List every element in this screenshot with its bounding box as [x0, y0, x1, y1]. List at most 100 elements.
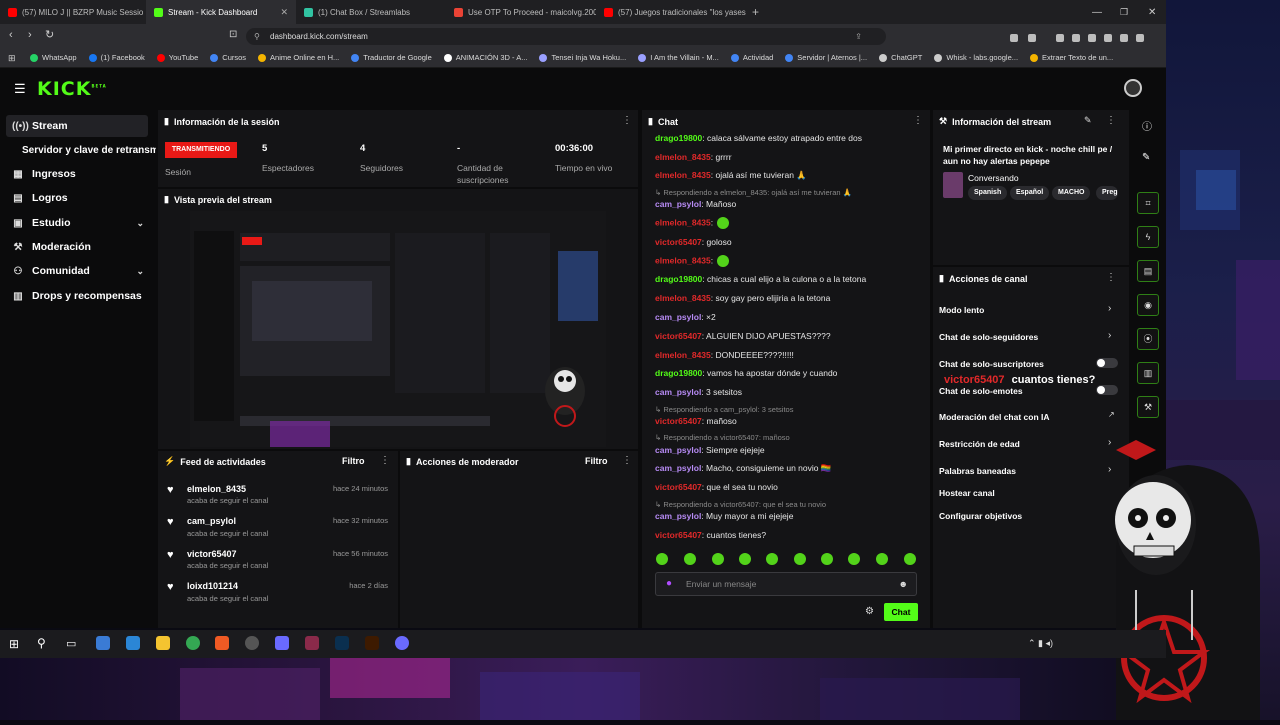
send-chat-button[interactable]: Chat [884, 603, 918, 621]
rail-button-chat[interactable]: ◉ [1137, 294, 1159, 316]
action-subs-only[interactable]: Chat de solo-suscriptores [939, 359, 1044, 369]
store-icon[interactable] [126, 636, 140, 650]
action-slow-mode[interactable]: Modo lento [939, 305, 984, 315]
chat-username[interactable]: cam_psylol [655, 511, 701, 521]
activity-filter-button[interactable]: Filtro [342, 456, 365, 466]
more-options-icon[interactable]: ⋮ [380, 455, 390, 466]
bookmark-youtube[interactable]: YouTube [156, 53, 198, 62]
info-icon[interactable]: ⓘ [1142, 118, 1152, 133]
minimize-icon[interactable]: — [1092, 7, 1102, 18]
bookmark-icon[interactable]: ⊡ [229, 29, 237, 40]
sidebar-item-comunidad[interactable]: ⚇ Comunidad ⌄ [6, 260, 148, 282]
edit-icon[interactable]: ✎ [1084, 115, 1092, 126]
sidebar-item-stream[interactable]: ((•)) Stream [6, 115, 148, 137]
feed-user[interactable]: elmelon_8435 [187, 484, 246, 494]
feed-user[interactable]: cam_psylol [187, 516, 236, 526]
sidebar-item-drops[interactable]: ▥ Drops y recompensas [6, 285, 148, 307]
task-view-icon[interactable]: ▭ [66, 637, 76, 650]
bookmark-whatsapp[interactable]: WhatsApp [30, 53, 77, 62]
sidebar-item-logros[interactable]: ▤ Logros [6, 187, 148, 209]
subs-only-toggle[interactable] [1096, 358, 1118, 368]
more-options-icon[interactable]: ⋮ [1106, 115, 1116, 126]
sidebar-item-ingresos[interactable]: ▦ Ingresos [6, 163, 148, 185]
emotes-only-toggle[interactable] [1096, 385, 1118, 395]
copilot-icon[interactable] [96, 636, 110, 650]
browser-tab[interactable]: (57) Juegos tradicionales "los yases" [596, 0, 746, 24]
browser-tab-active[interactable]: Stream - Kick Dashboard ✕ [146, 0, 296, 24]
chat-username[interactable]: victor65407 [655, 331, 702, 341]
gear-icon[interactable]: ⚙ [865, 606, 874, 617]
windows-start-icon[interactable]: ⊞ [9, 637, 19, 651]
action-banned-words[interactable]: Palabras baneadas [939, 466, 1016, 476]
rail-button-broadcast[interactable]: ⦿ [1137, 328, 1159, 350]
emote-bar[interactable] [655, 552, 917, 566]
chat-username[interactable]: elmelon_8435 [655, 152, 711, 162]
stream-tag[interactable]: Preg [1096, 186, 1118, 200]
action-followers-only[interactable]: Chat de solo-seguidores [939, 332, 1038, 342]
chat-username[interactable]: victor65407 [655, 530, 702, 540]
chat-username[interactable]: drago19800 [655, 368, 702, 378]
action-age-restriction[interactable]: Restricción de edad [939, 439, 1020, 449]
file-explorer-icon[interactable] [156, 636, 170, 650]
mod-filter-button[interactable]: Filtro [585, 456, 608, 466]
rail-button-wrench[interactable]: ⚒ [1137, 396, 1159, 418]
back-icon[interactable]: ‹ [9, 29, 13, 41]
stream-preview-video[interactable] [190, 211, 606, 447]
system-tray-icons[interactable]: ⌃ ▮ ◂) [1028, 638, 1053, 649]
chat-username[interactable]: victor65407 [655, 416, 702, 426]
action-set-goals[interactable]: Configurar objetivos [939, 511, 1022, 521]
emoji-icon[interactable]: ☻ [899, 573, 908, 595]
search-icon[interactable]: ⚲ [37, 636, 46, 650]
extensions-toolbar[interactable] [1010, 30, 1150, 42]
chevron-right-icon[interactable]: › [1108, 303, 1111, 314]
rail-button-doc[interactable]: ▤ [1137, 260, 1159, 282]
chat-username[interactable]: cam_psylol [655, 463, 701, 473]
pencil-icon[interactable]: ✎ [1142, 152, 1150, 163]
more-options-icon[interactable]: ⋮ [622, 115, 632, 126]
bookmark-translate[interactable]: Traductor de Google [351, 53, 432, 62]
action-emotes-only[interactable]: Chat de solo-emotes [939, 386, 1023, 396]
browser-tab[interactable]: (1) Chat Box / Streamlabs [296, 0, 446, 24]
stream-tag[interactable]: Spanish [968, 186, 1008, 200]
chrome-icon[interactable] [186, 636, 200, 650]
browser-tab[interactable]: (57) MILO J || BZRP Music Sessio ✕ [0, 0, 146, 24]
url-bar[interactable]: ⚲ dashboard.kick.com/stream ⇪ [246, 28, 886, 45]
new-tab-button[interactable]: + [752, 5, 759, 19]
bookmark-anime[interactable]: Anime Online en H... [258, 53, 339, 62]
chat-username[interactable]: drago19800 [655, 274, 702, 284]
bookmark-cursos[interactable]: Cursos [210, 53, 246, 62]
bookmark-facebook[interactable]: (1) Facebook [88, 53, 145, 62]
chevron-right-icon[interactable]: › [1108, 330, 1111, 341]
sidebar-item-server-key[interactable]: Servidor y clave de retransmisión [16, 139, 156, 161]
share-icon[interactable]: ⇪ [855, 28, 862, 45]
site-info-icon[interactable]: ⚲ [254, 28, 260, 45]
more-options-icon[interactable]: ⋮ [913, 115, 923, 126]
menu-icon[interactable]: ☰ [14, 81, 26, 97]
sidebar-item-estudio[interactable]: ▣ Estudio ⌄ [6, 212, 148, 234]
photoshop-icon[interactable] [335, 636, 349, 650]
bookmark-chatgpt[interactable]: ChatGPT [879, 53, 922, 62]
chat-username[interactable]: victor65407 [655, 237, 702, 247]
chat-input[interactable]: ● Enviar un mensaje ☻ [655, 572, 917, 596]
bookmark-whisk[interactable]: Whisk - labs.google... [934, 53, 1018, 62]
rail-button-bolt[interactable]: ϟ [1137, 226, 1159, 248]
media-app-icon[interactable] [305, 636, 319, 650]
more-options-icon[interactable]: ⋮ [622, 455, 632, 466]
close-icon[interactable]: ✕ [274, 7, 288, 18]
chat-username[interactable]: elmelon_8435 [655, 217, 711, 227]
close-window-icon[interactable]: ✕ [1148, 7, 1156, 18]
chat-username[interactable]: cam_psylol [655, 445, 701, 455]
obs-icon[interactable] [245, 636, 259, 650]
bookmark-tensei[interactable]: Tensei Inja Wa Hoku... [539, 53, 626, 62]
feed-user[interactable]: loixd101214 [187, 581, 238, 591]
stream-tag[interactable]: MACHO [1052, 186, 1091, 200]
mic-icon[interactable]: ● [666, 573, 672, 595]
reload-icon[interactable]: ↻ [45, 28, 54, 41]
action-host-channel[interactable]: Hostear canal [939, 488, 995, 498]
rail-button-expand[interactable]: ⌗ [1137, 192, 1159, 214]
stream-tag[interactable]: Español [1010, 186, 1050, 200]
app-icon[interactable] [275, 636, 289, 650]
bookmark-aternos[interactable]: Servidor | Aternos |... [785, 53, 867, 62]
forward-icon[interactable]: › [28, 29, 32, 41]
chat-username[interactable]: elmelon_8435 [655, 255, 711, 265]
